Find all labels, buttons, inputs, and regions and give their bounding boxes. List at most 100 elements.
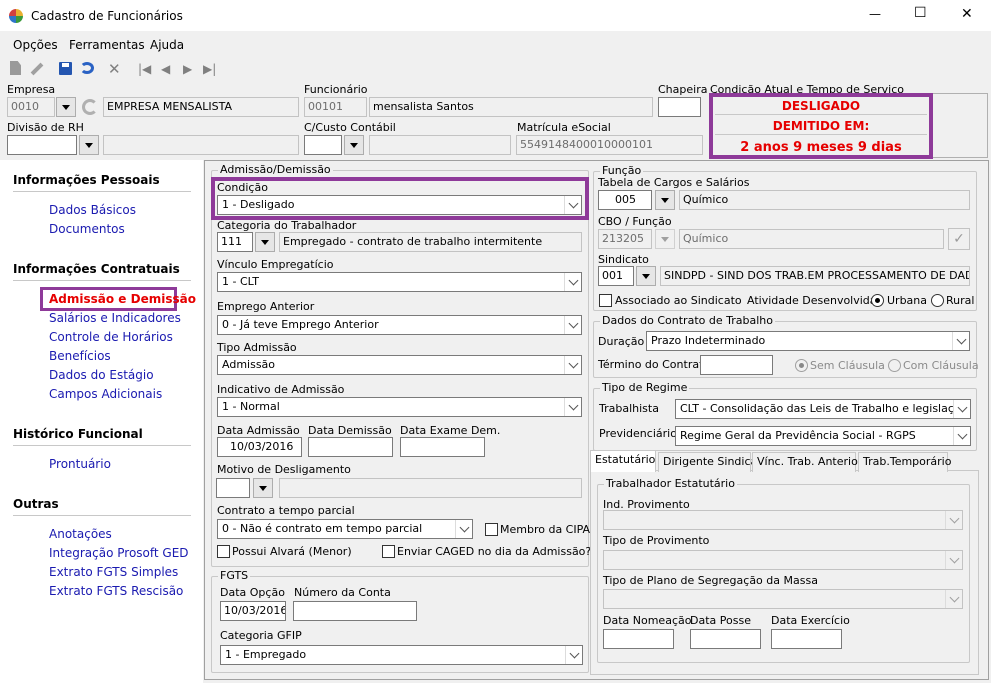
nav-dados-estagio[interactable]: Dados do Estágio [49, 368, 154, 382]
condicao-select[interactable]: 1 - Desligado [217, 195, 582, 215]
section-divider [13, 445, 191, 446]
categoria-desc-field: Empregado - contrato de trabalho intermi… [279, 232, 582, 252]
plano-segregacao-select[interactable] [603, 589, 963, 609]
nav-anotacoes[interactable]: Anotações [49, 527, 112, 541]
trabalhista-label: Trabalhista [599, 402, 659, 415]
tipo-admissao-select[interactable]: Admissão [217, 355, 582, 375]
vinculo-select[interactable]: 1 - CLT [217, 272, 582, 292]
associado-checkbox[interactable] [599, 294, 612, 307]
new-document-icon[interactable] [10, 61, 21, 75]
previdenciario-select[interactable]: Regime Geral da Previdência Social - RGP… [675, 426, 971, 446]
duracao-select[interactable]: Prazo Indeterminado [646, 331, 970, 351]
nav-documentos[interactable]: Documentos [49, 222, 125, 236]
custo-dropdown-button[interactable] [344, 135, 364, 155]
nav-controle-horarios[interactable]: Controle de Horários [49, 330, 173, 344]
chevron-down-icon [568, 358, 578, 368]
chevron-down-icon [459, 522, 469, 532]
emprego-anterior-select[interactable]: 0 - Já teve Emprego Anterior [217, 315, 582, 335]
delete-icon[interactable]: ✕ [108, 60, 121, 78]
chevron-down-icon [350, 142, 358, 148]
tab-estatutario[interactable]: Estatutário [590, 450, 656, 472]
menu-ajuda[interactable]: Ajuda [150, 38, 184, 52]
data-demissao-label: Data Demissão [308, 424, 392, 437]
trabalhista-select[interactable]: CLT - Consolidação das Leis de Trabalho … [675, 399, 971, 419]
indicativo-select[interactable]: 1 - Normal [217, 397, 582, 417]
custo-field[interactable] [304, 135, 342, 155]
first-record-icon[interactable]: |◀ [138, 60, 151, 78]
ind-provimento-select[interactable] [603, 510, 963, 530]
menu-ferramentas[interactable]: Ferramentas [69, 38, 145, 52]
tab-dirigente-sindical[interactable]: Dirigente Sindical [658, 452, 760, 472]
nav-integracao-ged[interactable]: Integração Prosoft GED [49, 546, 189, 560]
alvara-label: Possui Alvará (Menor) [232, 545, 352, 558]
data-admissao-field[interactable]: 10/03/2016 [217, 437, 302, 457]
motivo-dropdown-button[interactable] [253, 478, 273, 498]
regime-group-title: Tipo de Regime [600, 381, 690, 394]
last-record-icon[interactable]: ▶| [203, 60, 216, 78]
nav-campos-adicionais[interactable]: Campos Adicionais [49, 387, 162, 401]
atividade-label: Atividade Desenvolvida: [747, 294, 881, 307]
data-demissao-field[interactable] [308, 437, 393, 457]
tabela-code-field[interactable]: 005 [598, 190, 652, 210]
chevron-down-icon [957, 402, 967, 412]
data-opcao-field[interactable]: 10/03/2016 [220, 601, 286, 621]
close-icon[interactable]: ✕ [961, 6, 973, 22]
maximize-icon[interactable]: ☐ [914, 5, 927, 21]
alvara-checkbox[interactable] [217, 545, 230, 558]
cipa-checkbox[interactable] [485, 523, 498, 536]
caged-checkbox[interactable] [382, 545, 395, 558]
divisao-dropdown-button[interactable] [79, 135, 99, 155]
empresa-dropdown-button[interactable] [56, 97, 76, 117]
contrato-group-title: Dados do Contrato de Trabalho [600, 314, 775, 327]
termino-label: Término do Contrato [598, 358, 711, 371]
data-exercicio-field[interactable] [771, 629, 842, 649]
cbo-dropdown-button [655, 229, 675, 249]
nav-extrato-fgts-simples[interactable]: Extrato FGTS Simples [49, 565, 178, 579]
divisao-desc-field [103, 135, 299, 155]
confirm-check-icon[interactable]: ✓ [948, 228, 970, 250]
rural-radio[interactable] [931, 294, 944, 307]
associado-label: Associado ao Sindicato [615, 294, 742, 307]
matricula-field: 5549148400010000101 [516, 135, 703, 155]
nav-admissao-demissao[interactable]: Admissão e Demissão [49, 292, 196, 306]
parcial-select[interactable]: 0 - Não é contrato em tempo parcial [217, 519, 473, 539]
tab-vinc-trab-anterior[interactable]: Vínc. Trab. Anterior [752, 452, 862, 472]
numero-conta-field[interactable] [293, 601, 417, 621]
save-icon[interactable] [59, 62, 72, 75]
funcionario-code-field[interactable]: 00101 [304, 97, 367, 117]
tabela-dropdown-button[interactable] [655, 190, 675, 210]
minimize-icon[interactable]: — [869, 7, 881, 21]
menu-opcoes[interactable]: Opções [13, 38, 58, 52]
sindicato-desc-field: SINDPD - SIND DOS TRAB.EM PROCESSAMENTO … [660, 266, 970, 286]
categoria-code-field[interactable]: 111 [217, 232, 253, 252]
categoria-gfip-select[interactable]: 1 - Empregado [220, 645, 583, 665]
edit-icon[interactable] [30, 62, 44, 76]
tipo-provimento-select[interactable] [603, 550, 963, 570]
divisao-field[interactable] [7, 135, 77, 155]
sindicato-code-field[interactable]: 001 [598, 266, 634, 286]
motivo-code-field[interactable] [216, 478, 250, 498]
nav-beneficios[interactable]: Benefícios [49, 349, 111, 363]
nav-salarios-indicadores[interactable]: Salários e Indicadores [49, 311, 181, 325]
categoria-dropdown-button[interactable] [255, 232, 275, 252]
sindicato-dropdown-button[interactable] [636, 266, 656, 286]
nav-dados-basicos[interactable]: Dados Básicos [49, 203, 136, 217]
chapeira-field[interactable] [658, 97, 701, 117]
data-admissao-label: Data Admissão [217, 424, 300, 437]
status-panel-bg [931, 93, 988, 158]
next-record-icon[interactable]: ▶ [183, 60, 192, 78]
tab-trab-temporario[interactable]: Trab.Temporário [858, 452, 951, 472]
nav-extrato-fgts-rescisao[interactable]: Extrato FGTS Rescisão [49, 584, 183, 598]
nav-prontuario[interactable]: Prontuário [49, 457, 111, 471]
termino-field[interactable] [700, 355, 773, 375]
urbana-radio[interactable] [871, 294, 884, 307]
data-exame-field[interactable] [400, 437, 485, 457]
previous-record-icon[interactable]: ◀ [161, 60, 170, 78]
undo-icon[interactable] [80, 62, 94, 74]
refresh-icon[interactable] [82, 99, 98, 115]
com-clausula-label: Com Cláusula [903, 359, 979, 372]
data-posse-field[interactable] [690, 629, 761, 649]
data-nomeacao-field[interactable] [603, 629, 674, 649]
cbo-label: CBO / Função [598, 215, 672, 228]
empresa-code-field[interactable]: 0010 [7, 97, 55, 117]
